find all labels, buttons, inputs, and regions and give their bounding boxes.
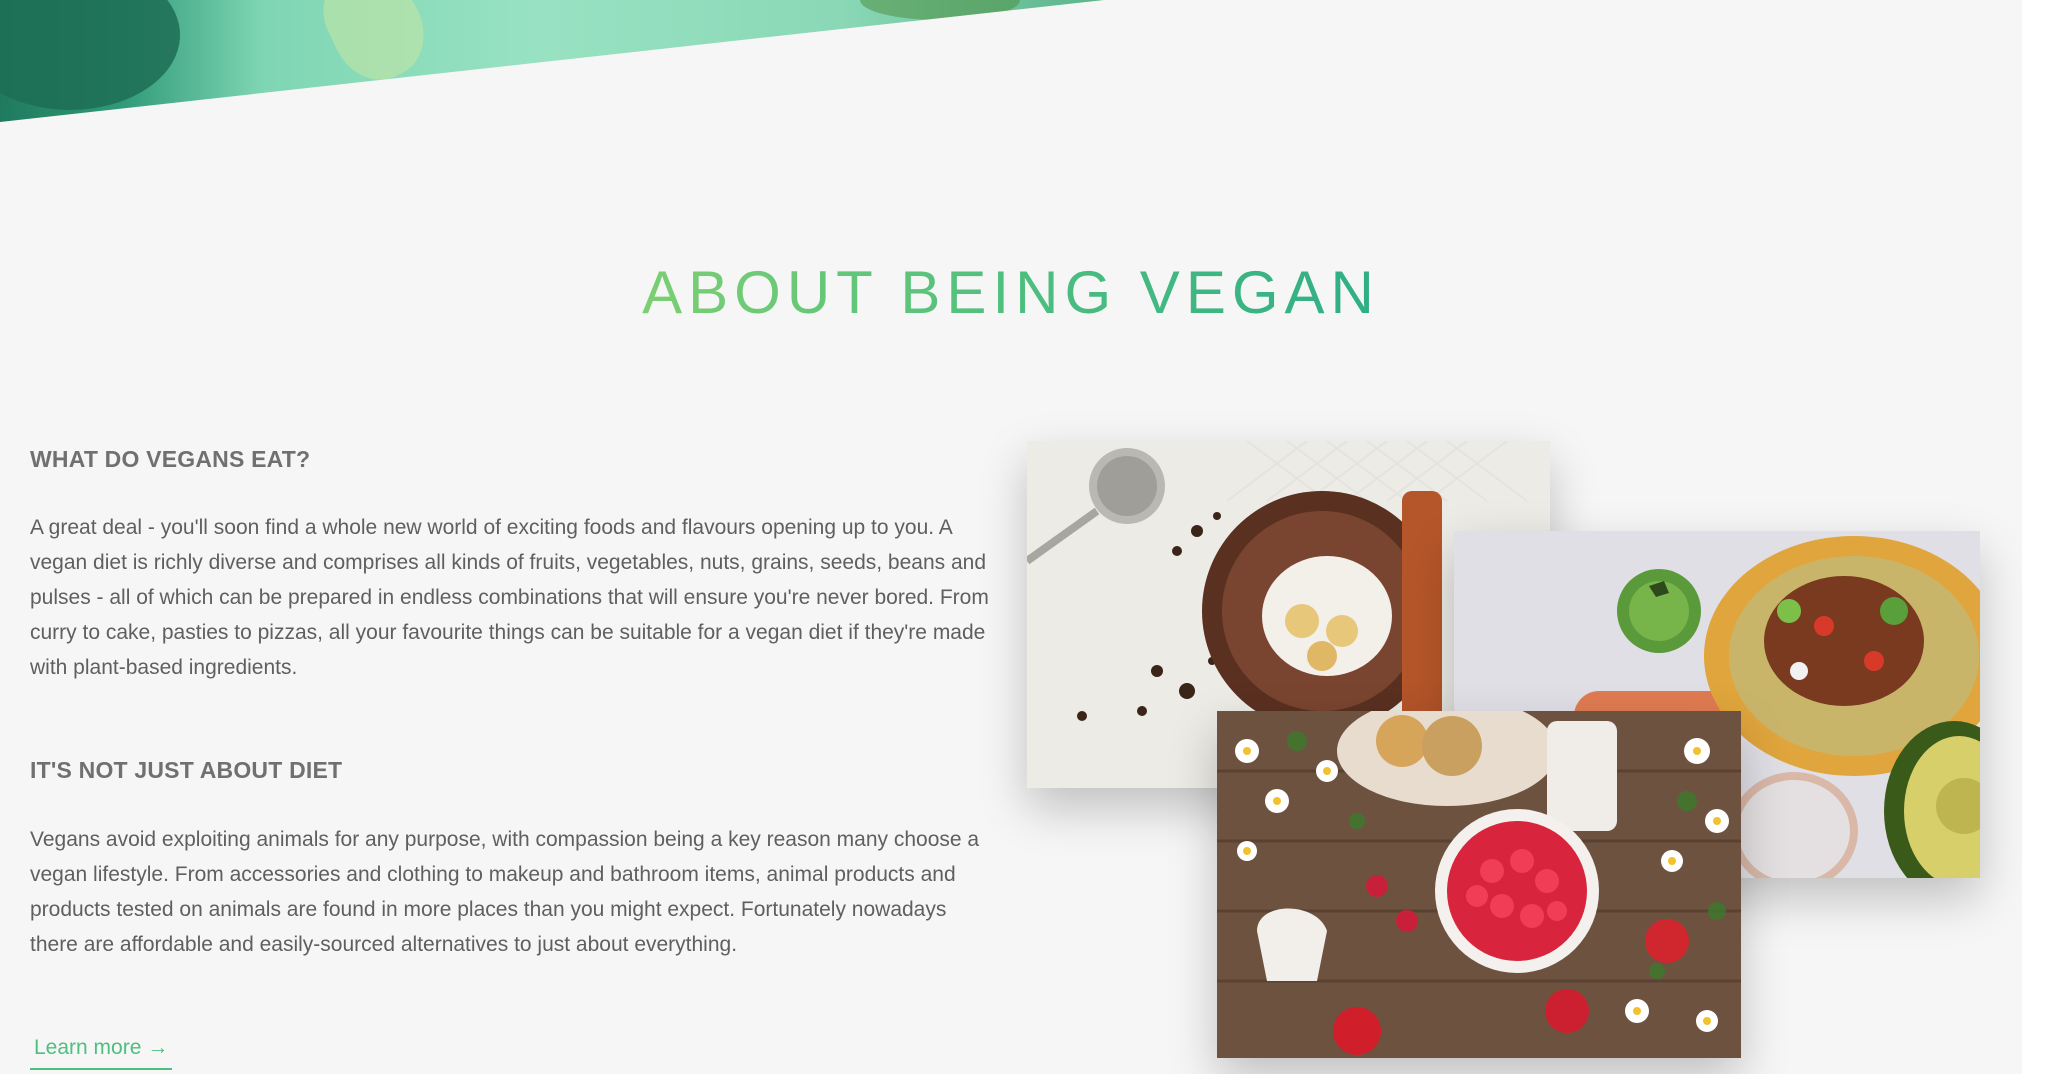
block-heading-lifestyle: IT'S NOT JUST ABOUT DIET xyxy=(30,757,343,783)
scrollbar-gutter xyxy=(2022,0,2048,1074)
learn-more-label: Learn more xyxy=(34,1036,142,1059)
section-title: ABOUT BEING VEGAN xyxy=(642,259,1380,326)
block-body-diet: A great deal - you'll soon find a whole … xyxy=(30,516,989,679)
raspberries-flowers-photo xyxy=(1217,711,1741,1058)
about-section: ABOUT BEING VEGAN WHAT DO VEGANS EAT? A … xyxy=(0,0,2022,1074)
learn-more-link[interactable]: Learn more → xyxy=(30,1036,173,1070)
hero-banner-image xyxy=(0,0,1104,122)
arrow-right-icon: → xyxy=(147,1036,169,1059)
block-body-lifestyle: Vegans avoid exploiting animals for any … xyxy=(30,828,980,956)
block-heading-diet: WHAT DO VEGANS EAT? xyxy=(30,446,311,472)
